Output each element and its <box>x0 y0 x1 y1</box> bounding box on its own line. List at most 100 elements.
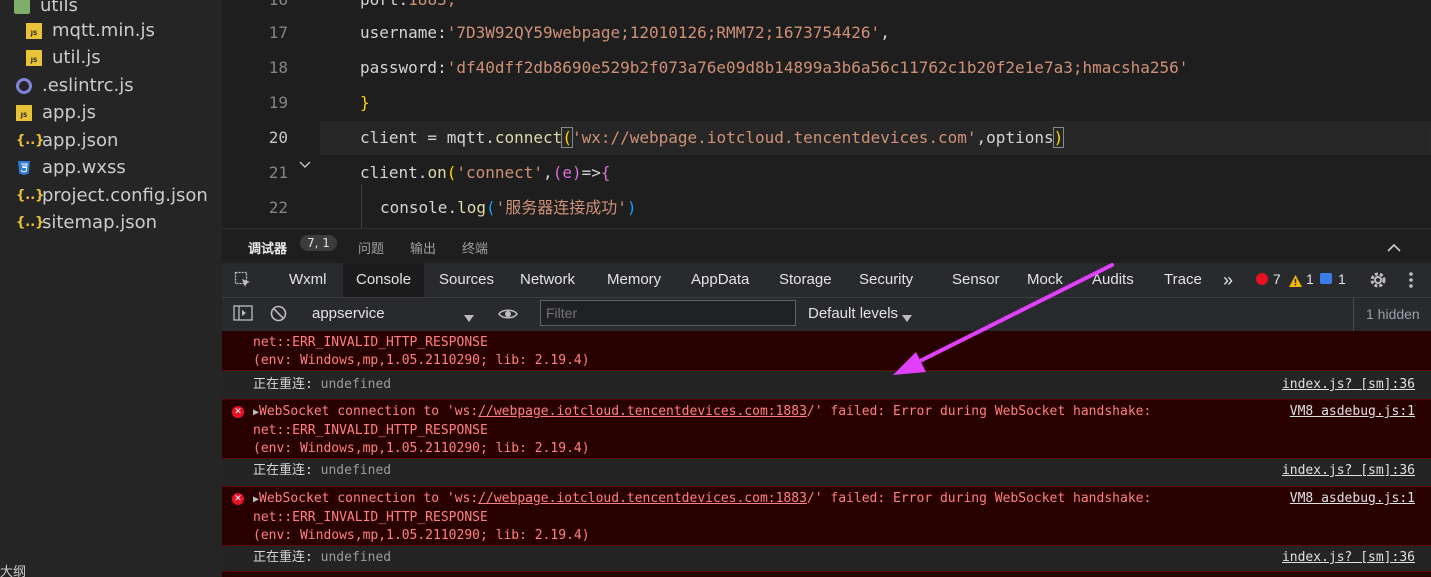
line-number: 20 <box>268 128 288 147</box>
file-label: project.config.json <box>42 185 208 206</box>
source-link[interactable]: VM8 asdebug.js:1 <box>1290 490 1415 508</box>
code-token: . <box>417 163 428 182</box>
error-text-line: net::ERR_INVALID_HTTP_RESPONSE <box>253 335 488 350</box>
code-token: client <box>360 128 418 147</box>
toolbar-divider <box>1353 298 1354 331</box>
log-levels-dropdown[interactable]: Default levels <box>808 305 898 322</box>
tab-console[interactable]: Console <box>343 263 425 297</box>
line-number: 18 <box>268 58 288 77</box>
js-file-icon: JS <box>26 49 42 66</box>
code-line-19: } <box>360 93 370 113</box>
tab-problems[interactable]: 问题 <box>358 238 384 257</box>
settings-gear-icon[interactable] <box>1368 270 1388 294</box>
file-item[interactable]: .eslintrc.js <box>16 72 134 99</box>
outline-section-label[interactable]: 大纲 <box>0 561 26 577</box>
error-url-link[interactable]: //webpage.iotcloud.tencentdevices.com:18… <box>478 491 807 506</box>
error-count[interactable]: 7 <box>1273 271 1281 287</box>
fold-chevron-icon[interactable] <box>298 158 312 174</box>
code-line-20: client = mqtt.connect('wx://webpage.iotc… <box>360 127 1065 148</box>
indent-guide <box>361 184 362 228</box>
code-token: client <box>360 163 418 182</box>
context-selector[interactable]: appservice <box>312 305 385 322</box>
inspect-element-icon[interactable] <box>234 271 252 293</box>
tab-trace[interactable]: Trace <box>1164 263 1202 297</box>
log-value: undefined <box>320 463 392 478</box>
tab-debugger[interactable]: 调试器 <box>248 238 287 257</box>
line-number: 17 <box>268 23 288 42</box>
code-token: (e) <box>552 163 582 182</box>
dropdown-arrow-icon[interactable] <box>902 308 912 327</box>
code-token: ( <box>446 163 457 182</box>
code-line-17: username:'7D3W92QY59webpage;12010126;RMM… <box>360 23 890 43</box>
tab-wxml[interactable]: Wxml <box>289 263 327 297</box>
tab-sensor[interactable]: Sensor <box>952 263 1000 297</box>
console-log-entry: 正在重连: undefined index.js? [sm]:36 <box>222 375 1431 397</box>
code-token: log <box>457 198 486 217</box>
tab-terminal[interactable]: 终端 <box>462 238 488 257</box>
tab-network[interactable]: Network <box>520 263 575 297</box>
file-item[interactable]: {..} app.json <box>16 127 118 154</box>
error-text-line: net::ERR_INVALID_HTTP_RESPONSE <box>253 510 488 525</box>
kebab-menu-icon[interactable] <box>1408 270 1414 294</box>
sidebar-toggle-icon[interactable] <box>233 305 253 325</box>
log-label: 正在重连: <box>253 550 313 565</box>
source-link[interactable]: index.js? [sm]:36 <box>1282 462 1415 480</box>
eye-icon[interactable] <box>498 306 518 325</box>
file-item[interactable]: {..} sitemap.json <box>16 209 157 236</box>
code-token: port: <box>360 0 408 9</box>
error-text: /' failed: Error during WebSocket handsh… <box>806 404 1152 419</box>
code-token: } <box>360 93 370 112</box>
tab-mock[interactable]: Mock <box>1027 263 1063 297</box>
clear-console-icon[interactable] <box>270 305 287 326</box>
code-token: , <box>880 23 890 42</box>
tab-output[interactable]: 输出 <box>410 238 436 257</box>
tab-sources[interactable]: Sources <box>439 263 494 297</box>
panel-tabs: 调试器 7, 1 问题 输出 终端 <box>222 228 1431 264</box>
source-link[interactable]: VM8 asdebug.js:1 <box>1290 403 1415 421</box>
source-link[interactable]: index.js? [sm]:36 <box>1282 376 1415 394</box>
dropdown-arrow-icon[interactable] <box>464 308 474 327</box>
code-token: mqtt <box>446 128 486 147</box>
debugger-badge: 7, 1 <box>300 235 337 251</box>
code-token: . <box>485 128 495 147</box>
hidden-count[interactable]: 1 hidden <box>1366 306 1420 322</box>
file-item[interactable]: JS util.js <box>26 44 101 71</box>
code-token: ( <box>485 198 496 217</box>
filter-input[interactable] <box>540 300 796 326</box>
code-token: 'wx://webpage.iotcloud.tencentdevices.co… <box>571 128 977 147</box>
tab-storage[interactable]: Storage <box>779 263 832 297</box>
warning-count[interactable]: 1 <box>1306 271 1314 287</box>
error-count-icon <box>1256 273 1268 285</box>
line-number: 22 <box>268 198 288 217</box>
chevron-up-icon[interactable] <box>1386 239 1402 258</box>
code-token: ( <box>561 127 573 148</box>
code-editor[interactable]: 16 17 18 19 20 21 22 port:1883, username… <box>222 0 1431 228</box>
source-link[interactable]: index.js? [sm]:36 <box>1282 549 1415 567</box>
tab-security[interactable]: Security <box>859 263 913 297</box>
code-line-18: password:'df40dff2db8690e529b2f073a76e09… <box>360 58 1188 78</box>
code-token: '服务器连接成功' <box>495 198 627 217</box>
code-token: username: <box>360 23 447 42</box>
tab-audits[interactable]: Audits <box>1092 263 1134 297</box>
code-token: 1883, <box>408 0 456 9</box>
error-url-link[interactable]: //webpage.iotcloud.tencentdevices.com:18… <box>478 404 807 419</box>
tab-appdata[interactable]: AppData <box>691 263 749 297</box>
file-item[interactable]: JS mqtt.min.js <box>26 17 155 44</box>
devtools-tabbar: Wxml Console Sources Network Memory AppD… <box>222 263 1431 298</box>
console-log-entry: 正在重连: undefined index.js? [sm]:36 <box>222 548 1431 570</box>
file-item[interactable]: app.wxss <box>16 154 126 181</box>
eslint-icon <box>16 77 32 94</box>
more-tabs-button[interactable]: » <box>1223 263 1233 297</box>
code-token: console <box>380 198 448 217</box>
file-item[interactable]: JS app.js <box>16 99 96 126</box>
info-count[interactable]: 1 <box>1338 271 1346 287</box>
js-file-icon: JS <box>16 104 32 121</box>
error-text-line: (env: Windows,mp,1.05.2110290; lib: 2.19… <box>253 528 590 543</box>
code-token: , <box>543 163 553 182</box>
code-token: , <box>976 128 987 147</box>
file-item[interactable]: {..} project.config.json <box>16 182 208 209</box>
console-output[interactable]: net::ERR_INVALID_HTTP_RESPONSE (env: Win… <box>222 331 1431 577</box>
console-log-entry: 正在重连: undefined index.js? [sm]:36 <box>222 461 1431 483</box>
tab-memory[interactable]: Memory <box>607 263 661 297</box>
json-file-icon: {..} <box>16 132 45 148</box>
